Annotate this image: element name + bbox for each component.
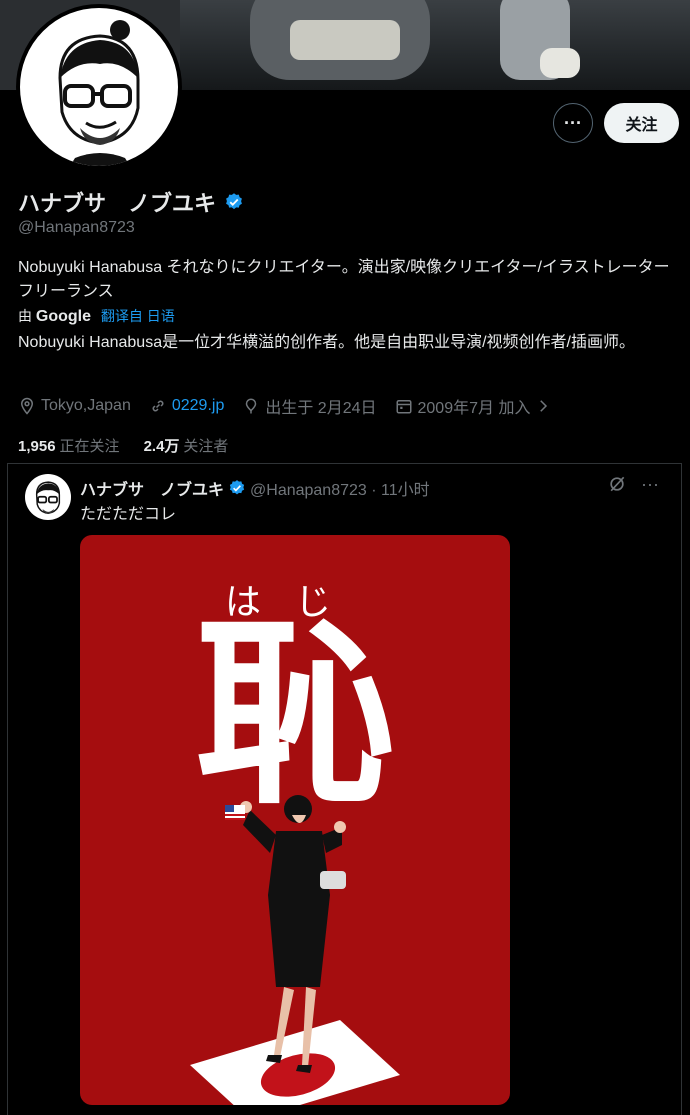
chevron-right-icon xyxy=(540,400,548,412)
more-button[interactable]: ··· xyxy=(553,103,593,143)
verified-badge-icon xyxy=(229,480,245,495)
tweet-actions: ··· xyxy=(607,474,659,495)
translated-by-prefix: 由 xyxy=(18,308,32,324)
display-name: ハナブサ ノブユキ xyxy=(18,191,217,216)
google-brand: Google xyxy=(35,308,91,325)
location-text: Tokyo,Japan xyxy=(41,397,131,414)
avatar-illustration xyxy=(58,20,140,166)
followers-count: 2.4万 xyxy=(143,438,180,455)
tweet-header: ハナブサ ノブユキ @Hanapan8723 · 11小时 xyxy=(80,476,430,500)
bio-translation: Nobuyuki Hanabusa是一位才华横溢的创作者。他是自由职业导演/视频… xyxy=(18,334,635,351)
follow-stats: 1,956 正在关注 2.4万 关注者 xyxy=(18,435,228,456)
verified-badge-icon xyxy=(226,193,242,210)
profile-avatar[interactable] xyxy=(16,4,182,170)
following-stat[interactable]: 1,956 正在关注 xyxy=(18,435,120,456)
birthday-item: 出生于 2月24日 xyxy=(242,394,377,418)
tweet-author-handle[interactable]: @Hanapan8723 · 11小时 xyxy=(250,476,430,500)
calendar-icon xyxy=(396,400,411,414)
more-icon: ··· xyxy=(564,112,582,133)
grok-icon[interactable] xyxy=(607,474,627,494)
following-label: 正在关注 xyxy=(59,438,120,455)
followers-label: 关注者 xyxy=(183,438,229,455)
profile-name-row: ハナブサ ノブユキ xyxy=(18,186,244,218)
tweet-avatar-illustration xyxy=(35,481,61,515)
profile-handle: @Hanapan8723 xyxy=(18,219,135,236)
birthday-icon xyxy=(246,398,257,414)
website-link[interactable]: 0229.jp xyxy=(172,397,225,415)
location-item: Tokyo,Japan xyxy=(18,397,131,415)
translation-attribution: 由 Google 翻译自 日语 xyxy=(18,306,175,326)
tweet-text: ただただコレ xyxy=(80,506,177,523)
location-icon xyxy=(20,397,34,415)
link-icon xyxy=(152,400,164,412)
tweet-author-name[interactable]: ハナブサ ノブユキ xyxy=(80,476,224,500)
tweet-more-icon[interactable]: ··· xyxy=(641,474,659,495)
follow-button[interactable]: 关注 xyxy=(604,103,679,143)
followers-stat[interactable]: 2.4万 关注者 xyxy=(144,435,229,456)
following-count: 1,956 xyxy=(18,438,56,455)
birthday-text: 出生于 2月24日 xyxy=(265,400,377,417)
translate-link[interactable]: 翻译自 日语 xyxy=(101,308,175,324)
joined-text: 2009年7月 加入 xyxy=(417,400,531,417)
follow-label: 关注 xyxy=(625,117,658,134)
tweet-image[interactable]: はじ 恥 xyxy=(80,535,510,1105)
joined-item[interactable]: 2009年7月 加入 xyxy=(395,394,553,418)
poster-figure-illustration xyxy=(190,795,400,1105)
profile-meta: Tokyo,Japan 0229.jp 出生于 2月24日 2009年7月 加入 xyxy=(18,394,570,418)
tweet-avatar[interactable] xyxy=(25,474,71,520)
website-item[interactable]: 0229.jp xyxy=(149,397,225,415)
profile-bio: Nobuyuki Hanabusa それなりにクリエイター。演出家/映像クリエイ… xyxy=(18,259,670,300)
